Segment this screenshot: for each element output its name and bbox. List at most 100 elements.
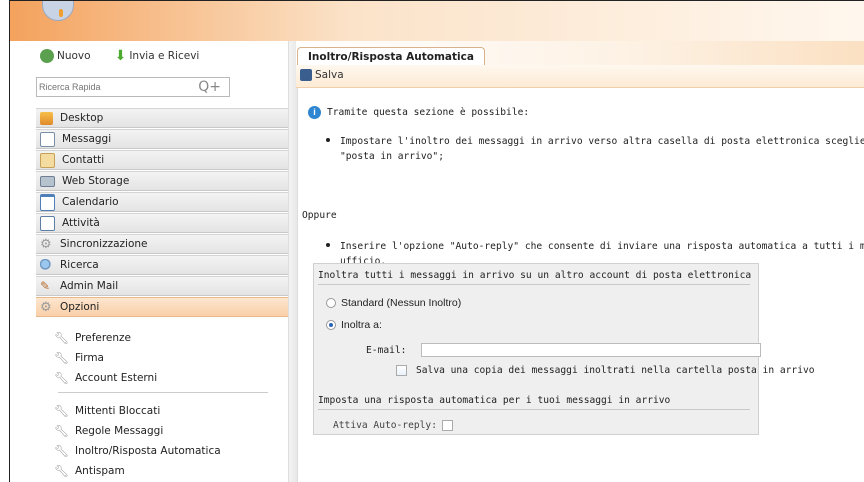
wrench-icon: 🔧︎: [54, 331, 70, 345]
action-bar: [296, 65, 864, 88]
sidebar-item-label: Admin Mail: [60, 280, 119, 292]
email-field[interactable]: [421, 343, 761, 357]
submenu-item-antispam[interactable]: 🔧︎ Antispam: [36, 461, 296, 481]
autoreply-option[interactable]: Attiva Auto-reply:: [333, 420, 453, 431]
storage-icon: [40, 175, 55, 187]
sidebar-item-admin-mail[interactable]: ✎ Admin Mail: [36, 276, 296, 296]
bullet-line: Impostare l'inoltro dei messaggi in arri…: [340, 136, 864, 147]
wrench-icon: 🔧︎: [54, 404, 70, 418]
sidebar-item-label: Web Storage: [62, 175, 130, 187]
sidebar-item-ricerca[interactable]: Ricerca: [36, 255, 296, 275]
oppure-text: Oppure: [302, 210, 337, 221]
sidebar-item-label: Attività: [62, 217, 100, 229]
sidebar-item-sincronizzazione[interactable]: ⚙ Sincronizzazione: [36, 234, 296, 254]
search-add-icon[interactable]: Q+: [198, 79, 221, 95]
autoreply-section-title: Imposta una risposta automatica per i tu…: [318, 395, 750, 410]
mail-icon: [40, 131, 55, 147]
submenu-item-firma[interactable]: 🔧︎ Firma: [36, 348, 296, 368]
sidebar-item-desktop[interactable]: Desktop: [36, 108, 296, 128]
submenu-item-label: Preferenze: [75, 332, 132, 344]
submenu-item-label: Mittenti Bloccati: [75, 405, 161, 417]
intro-text: Tramite questa sezione è possibile:: [327, 107, 530, 118]
copy-checkbox-label: Salva una copia dei messaggi inoltrati n…: [416, 365, 815, 376]
sidebar-item-label: Messaggi: [62, 133, 112, 145]
sidebar-nav: Desktop Messaggi Contatti Web Storage Ca…: [36, 108, 296, 318]
wrench-icon: 🔧︎: [54, 444, 70, 458]
sidebar-item-web-storage[interactable]: Web Storage: [36, 171, 296, 191]
bullet-dot: [326, 243, 330, 247]
submenu-item-preferenze[interactable]: 🔧︎ Preferenze: [36, 328, 296, 348]
new-button-label: Nuovo: [57, 50, 91, 62]
bullet-dot: [326, 138, 330, 142]
sidebar-item-label: Sincronizzazione: [60, 238, 148, 250]
submenu-divider: [58, 392, 268, 393]
send-receive-button[interactable]: ⬇ Invia e Ricevi: [115, 49, 200, 63]
sidebar-item-messaggi[interactable]: Messaggi: [36, 129, 296, 149]
app-logo: [42, 1, 74, 21]
options-gear-icon: ⚙: [40, 299, 52, 315]
submenu-item-label: Firma: [75, 352, 104, 364]
option-standard-label: Standard (Nessun Inoltro): [341, 297, 462, 309]
left-toolbar: Nuovo ⬇ Invia e Ricevi: [40, 47, 199, 65]
intro-line: i Tramite questa sezione è possibile:: [308, 106, 529, 119]
wrench-icon: 🔧︎: [54, 424, 70, 438]
top-banner: [10, 1, 864, 41]
save-button[interactable]: Salva: [300, 69, 344, 81]
quick-search: Q+: [36, 77, 230, 97]
new-mail-icon: [40, 49, 54, 63]
autoreply-label: Attiva Auto-reply:: [333, 420, 437, 431]
submenu-item-label: Inoltro/Risposta Automatica: [75, 445, 221, 457]
download-arrow-icon: ⬇: [114, 48, 127, 64]
sidebar-item-label: Contatti: [62, 154, 105, 166]
sidebar-item-calendario[interactable]: Calendario: [36, 192, 296, 212]
submenu-item-account-esterni[interactable]: 🔧︎ Account Esterni: [36, 368, 296, 388]
sync-gear-icon: ⚙: [40, 236, 52, 252]
option-forward[interactable]: Inoltra a:: [326, 319, 382, 331]
floppy-disk-icon: [300, 69, 312, 81]
submenu-item-regole-messaggi[interactable]: 🔧︎ Regole Messaggi: [36, 421, 296, 441]
option-forward-label: Inoltra a:: [341, 319, 382, 331]
options-submenu: 🔧︎ Preferenze 🔧︎ Firma 🔧︎ Account Estern…: [36, 328, 296, 481]
submenu-item-label: Regole Messaggi: [75, 425, 164, 437]
search-icon: [40, 258, 53, 272]
copy-option[interactable]: Salva una copia dei messaggi inoltrati n…: [396, 365, 815, 376]
save-button-label: Salva: [315, 69, 344, 81]
contacts-icon: [40, 152, 55, 168]
sidebar-item-label: Desktop: [60, 112, 104, 124]
submenu-item-inoltro-risposta[interactable]: 🔧︎ Inoltro/Risposta Automatica: [36, 441, 296, 461]
bullet-line: "posta in arrivo";: [340, 151, 444, 162]
calendar-icon: [40, 193, 55, 211]
radio-standard[interactable]: [326, 298, 336, 308]
autoreply-checkbox[interactable]: [441, 420, 453, 431]
sidebar-item-attivita[interactable]: Attività: [36, 213, 296, 233]
radio-forward[interactable]: [326, 320, 336, 330]
app-window: Nuovo ⬇ Invia e Ricevi Q+ Desktop Messag…: [9, 0, 864, 482]
wrench-icon: 🔧︎: [54, 464, 70, 478]
forward-section-title: Inoltra tutti i messaggi in arrivo su un…: [318, 270, 751, 285]
quick-search-input[interactable]: [39, 79, 179, 95]
tasks-icon: [40, 215, 55, 231]
sidebar-item-opzioni[interactable]: ⚙ Opzioni: [36, 297, 296, 317]
bullet-text: Impostare l'inoltro dei messaggi in arri…: [340, 134, 864, 164]
send-receive-label: Invia e Ricevi: [129, 50, 200, 62]
wrench-icon: 🔧︎: [54, 351, 70, 365]
email-label: E-mail:: [366, 345, 407, 356]
submenu-item-label: Antispam: [75, 465, 125, 477]
logo-accent: [59, 9, 63, 17]
info-icon: i: [308, 106, 321, 119]
forward-settings-box: Inoltra tutti i messaggi in arrivo su un…: [313, 263, 815, 435]
sidebar-item-label: Ricerca: [60, 259, 99, 271]
home-icon: [40, 111, 53, 125]
sidebar-item-contatti[interactable]: Contatti: [36, 150, 296, 170]
admin-tools-icon: ✎: [40, 278, 51, 293]
panel-splitter[interactable]: [288, 41, 298, 482]
new-button[interactable]: Nuovo: [40, 49, 91, 63]
option-standard[interactable]: Standard (Nessun Inoltro): [326, 297, 461, 309]
tab-inoltro-risposta[interactable]: Inoltro/Risposta Automatica: [297, 47, 485, 66]
sidebar-item-label: Calendario: [62, 196, 119, 208]
wrench-icon: 🔧︎: [54, 371, 70, 385]
copy-checkbox[interactable]: [396, 365, 407, 376]
submenu-item-label: Account Esterni: [75, 372, 158, 384]
submenu-item-mittenti-bloccati[interactable]: 🔧︎ Mittenti Bloccati: [36, 401, 296, 421]
sidebar-item-label: Opzioni: [60, 301, 100, 313]
